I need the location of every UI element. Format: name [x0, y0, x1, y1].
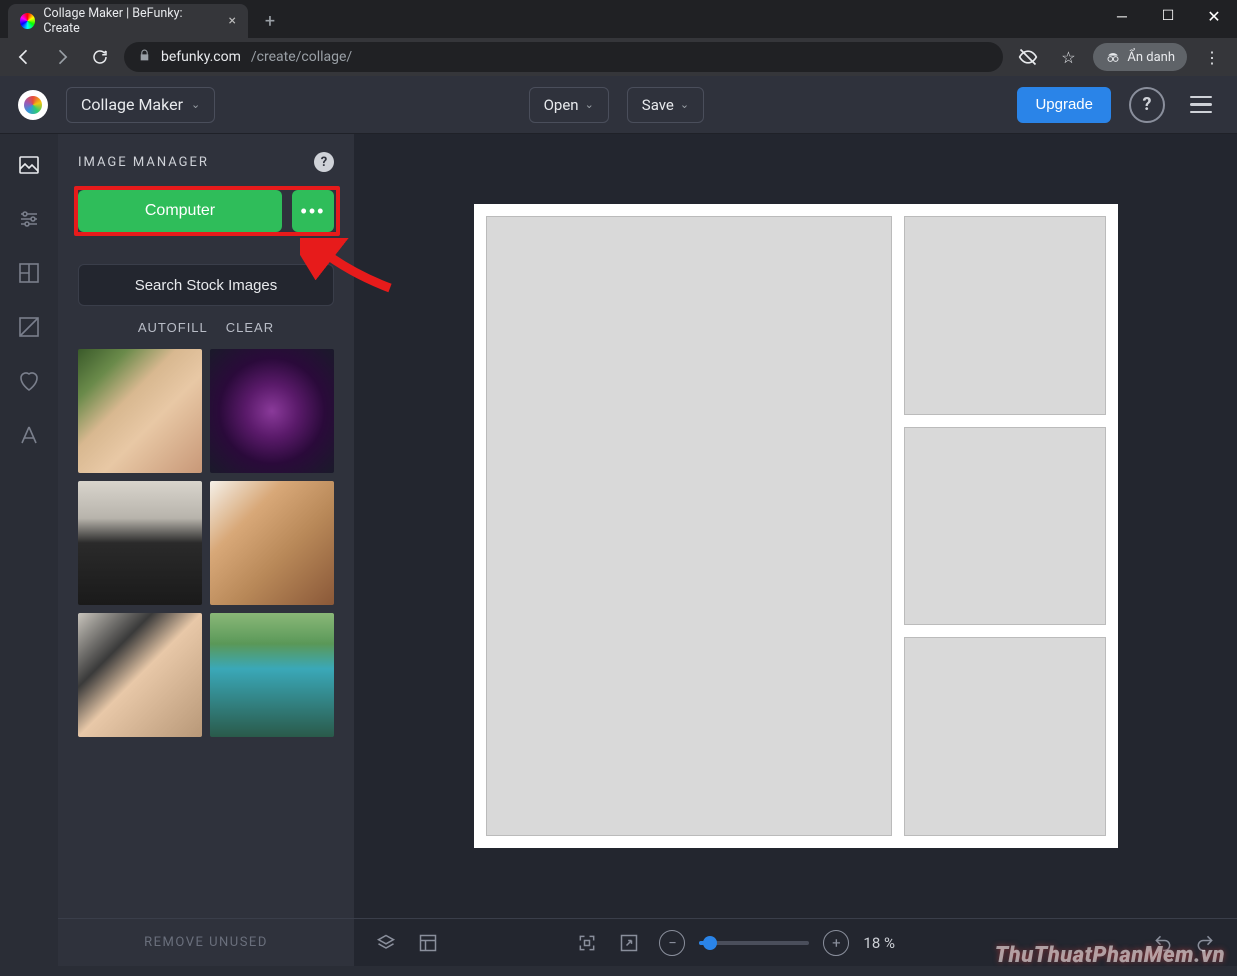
url-host: befunky.com [161, 49, 241, 65]
incognito-badge[interactable]: Ẩn danh [1093, 43, 1187, 71]
forward-button[interactable] [48, 43, 76, 71]
zoom-in-button[interactable]: + [823, 930, 849, 956]
window-maximize-button[interactable]: ☐ [1145, 0, 1191, 32]
open-button[interactable]: Open⌄ [529, 87, 609, 123]
text-icon[interactable] [16, 422, 42, 448]
window-minimize-button[interactable]: ─ [1099, 0, 1145, 32]
browser-toolbar: befunky.com/create/collage/ ☆ Ẩn danh ⋮ [0, 38, 1237, 76]
panel-help-icon[interactable]: ? [314, 152, 334, 172]
mode-label: Collage Maker [81, 95, 183, 114]
app-header: Collage Maker ⌄ Open⌄ Save⌄ Upgrade ? [0, 76, 1237, 134]
collage-cell[interactable] [904, 216, 1106, 415]
image-thumbnail[interactable] [78, 481, 202, 605]
layouts-icon[interactable] [16, 260, 42, 286]
chevron-down-icon: ⌄ [680, 98, 689, 111]
collage-cell[interactable] [904, 427, 1106, 626]
search-stock-button[interactable]: Search Stock Images [78, 264, 334, 306]
address-bar[interactable]: befunky.com/create/collage/ [124, 42, 1003, 72]
settings-sliders-icon[interactable] [16, 206, 42, 232]
image-thumbnail[interactable] [210, 349, 334, 473]
tab-title: Collage Maker | BeFunky: Create [43, 6, 214, 36]
chevron-down-icon: ⌄ [585, 98, 594, 111]
upgrade-button[interactable]: Upgrade [1017, 87, 1111, 123]
chevron-down-icon: ⌄ [191, 98, 200, 111]
browser-tab[interactable]: Collage Maker | BeFunky: Create × [8, 4, 248, 38]
back-button[interactable] [10, 43, 38, 71]
image-thumbnail[interactable] [210, 613, 334, 737]
remove-unused-button[interactable]: REMOVE UNUSED [58, 918, 354, 966]
incognito-label: Ẩn danh [1127, 50, 1175, 65]
browser-tabstrip: Collage Maker | BeFunky: Create × + [0, 0, 1237, 38]
redo-button[interactable] [1193, 931, 1217, 955]
expand-icon[interactable] [617, 931, 641, 955]
collage-cell[interactable] [904, 637, 1106, 836]
browser-menu-button[interactable]: ⋮ [1197, 42, 1227, 72]
image-thumbnail[interactable] [210, 481, 334, 605]
window-close-button[interactable]: ✕ [1191, 0, 1237, 32]
clear-button[interactable]: CLEAR [226, 320, 274, 335]
upload-more-button[interactable]: ••• [292, 190, 334, 232]
tool-rail [0, 134, 58, 966]
zoom-value: 18 % [863, 934, 895, 952]
mode-selector[interactable]: Collage Maker ⌄ [66, 87, 215, 123]
image-manager-panel: IMAGE MANAGER ? Computer ••• Search Stoc… [58, 134, 354, 966]
url-path: /create/collage/ [251, 49, 352, 65]
upload-computer-button[interactable]: Computer [78, 190, 282, 232]
reload-button[interactable] [86, 43, 114, 71]
image-thumbnail[interactable] [78, 349, 202, 473]
image-thumbnail[interactable] [78, 613, 202, 737]
new-tab-button[interactable]: + [256, 7, 284, 35]
panel-title: IMAGE MANAGER [78, 155, 209, 170]
zoom-out-button[interactable]: − [659, 930, 685, 956]
befunky-logo[interactable] [18, 90, 48, 120]
tab-favicon [20, 13, 35, 29]
patterns-icon[interactable] [16, 314, 42, 340]
bookmark-star-icon[interactable]: ☆ [1053, 42, 1083, 72]
undo-button[interactable] [1151, 931, 1175, 955]
image-thumbnails [58, 349, 354, 737]
collage-cell[interactable] [486, 216, 892, 836]
autofill-button[interactable]: AUTOFILL [138, 320, 208, 335]
tab-close-icon[interactable]: × [229, 13, 236, 29]
image-manager-icon[interactable] [16, 152, 42, 178]
main-menu-button[interactable] [1183, 87, 1219, 123]
help-button[interactable]: ? [1129, 87, 1165, 123]
save-button[interactable]: Save⌄ [627, 87, 704, 123]
lock-icon [138, 49, 151, 65]
eye-off-icon[interactable] [1013, 42, 1043, 72]
zoom-slider[interactable] [699, 941, 809, 945]
favorites-heart-icon[interactable] [16, 368, 42, 394]
fit-screen-icon[interactable] [575, 931, 599, 955]
grid-layout-icon[interactable] [416, 931, 440, 955]
layers-icon[interactable] [374, 931, 398, 955]
collage-canvas[interactable] [474, 204, 1118, 848]
bottom-toolbar: − + 18 % [354, 918, 1237, 966]
canvas-area: − + 18 % [354, 134, 1237, 966]
